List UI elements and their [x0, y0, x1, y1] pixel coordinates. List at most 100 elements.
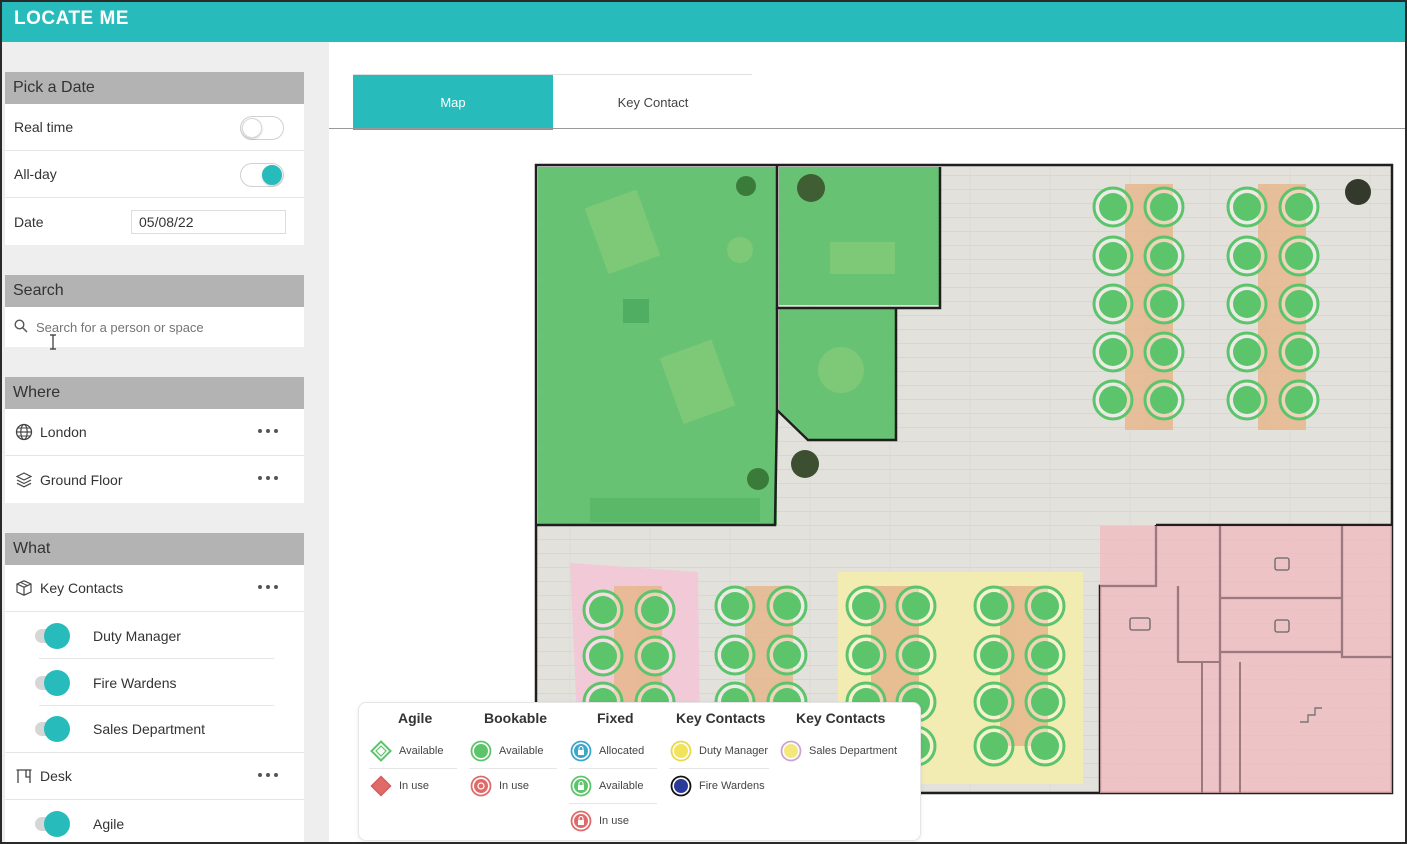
legend-duty-manager: Duty Manager: [669, 733, 768, 768]
desk-marker-fill: [1099, 193, 1127, 221]
more-options-icon[interactable]: [258, 768, 278, 782]
date-field[interactable]: [131, 210, 286, 234]
text-cursor-icon: [50, 334, 56, 350]
legend-bookable-available: Available: [469, 733, 543, 768]
circle-green-icon: [469, 739, 493, 763]
legend-label: In use: [599, 814, 629, 827]
duty-manager-row: Duty Manager: [5, 612, 304, 659]
fire-wardens-toggle[interactable]: [35, 669, 70, 696]
view-tabs: Map Key Contact: [353, 74, 753, 130]
fire-wardens-row: Fire Wardens: [5, 659, 304, 706]
desk-marker-fill: [1233, 242, 1261, 270]
lock-green-icon: [569, 774, 593, 798]
desk-marker-fill: [1031, 641, 1059, 669]
desk-marker-fill: [902, 592, 930, 620]
date-row: Date: [5, 198, 304, 245]
toggle-knob: [44, 810, 70, 837]
all-day-toggle[interactable]: [240, 163, 284, 187]
desk-marker-fill: [1099, 338, 1127, 366]
agile-label: Agile: [93, 815, 125, 832]
legend-title-bookable: Bookable: [484, 710, 548, 726]
desk-marker-fill: [980, 688, 1008, 716]
desk-marker-fill: [980, 641, 1008, 669]
sales-department-row: Sales Department: [5, 706, 304, 753]
desk-marker-fill: [1031, 732, 1059, 760]
legend-agile-in-use: In use: [369, 768, 429, 803]
more-options-icon[interactable]: [258, 471, 278, 485]
where-item-london[interactable]: London: [5, 409, 304, 456]
agile-toggle[interactable]: [35, 810, 70, 837]
legend-title-fixed: Fixed: [597, 710, 634, 726]
desk-marker-fill: [1099, 386, 1127, 414]
desk-marker-fill: [1285, 242, 1313, 270]
tab-key-contact[interactable]: Key Contact: [553, 75, 753, 130]
toggle-knob: [44, 622, 70, 649]
desk-marker-fill: [1150, 242, 1178, 270]
legend-label: Allocated: [599, 744, 645, 757]
lock-blue-icon: [569, 739, 593, 763]
desk-marker-fill: [1285, 290, 1313, 318]
real-time-row: Real time: [5, 104, 304, 151]
desk-row[interactable]: Desk: [5, 753, 304, 800]
legend-label: Available: [399, 744, 444, 757]
legend-fixed-allocated: Allocated: [569, 733, 644, 768]
legend-fixed-available: Available: [569, 768, 643, 803]
meeting-room-large: [538, 167, 777, 525]
desk-marker-fill: [1233, 338, 1261, 366]
what-panel: Key Contacts Duty Manager Fire Wardens S…: [5, 565, 304, 842]
toggle-knob: [44, 669, 70, 696]
legend-title-key-contacts-2: Key Contacts: [796, 710, 886, 726]
where-panel: London Ground Floor: [5, 409, 304, 503]
search-input[interactable]: [36, 319, 276, 335]
real-time-toggle[interactable]: [240, 116, 284, 140]
sales-department-toggle[interactable]: [35, 716, 70, 742]
sales-department-label: Sales Department: [93, 721, 206, 737]
box-icon: [14, 578, 34, 598]
desk-marker-fill: [980, 592, 1008, 620]
search-icon: [14, 318, 28, 336]
key-contacts-row[interactable]: Key Contacts: [5, 565, 304, 612]
legend-bookable-in-use: In use: [469, 768, 529, 803]
tab-map[interactable]: Map: [353, 75, 553, 130]
legend-title-key-contacts: Key Contacts: [676, 710, 766, 726]
more-options-icon[interactable]: [258, 580, 278, 594]
desk-marker-fill: [589, 596, 617, 624]
layers-icon: [14, 470, 34, 490]
pick-date-header: Pick a Date: [5, 72, 304, 104]
diamond-red-icon: [369, 774, 393, 798]
legend-fixed-in-use: In use: [569, 803, 629, 838]
tab-underline: [329, 128, 1405, 129]
desk-marker-fill: [1285, 386, 1313, 414]
app-title: LOCATE ME: [14, 8, 129, 29]
legend-agile-available: Available: [369, 733, 443, 768]
desk-marker-fill: [980, 732, 1008, 760]
legend-title-agile: Agile: [398, 710, 433, 726]
desk-marker-fill: [902, 641, 930, 669]
toggle-knob: [262, 165, 282, 185]
desk-marker-fill: [1233, 386, 1261, 414]
toggle-knob: [242, 118, 262, 138]
desk-marker-fill: [852, 641, 880, 669]
legend-fire-wardens: Fire Wardens: [669, 768, 765, 803]
desk-marker-fill: [1031, 688, 1059, 716]
desk-marker-fill: [721, 592, 749, 620]
desk-marker-fill: [641, 596, 669, 624]
legend-sales-department: Sales Department: [779, 733, 897, 768]
desk-marker-fill: [721, 641, 749, 669]
top-bar: LOCATE ME: [0, 0, 1407, 42]
desk-marker-fill: [1031, 592, 1059, 620]
desk-marker-fill: [852, 592, 880, 620]
duty-manager-toggle[interactable]: [35, 622, 70, 649]
more-options-icon[interactable]: [258, 424, 278, 438]
map-legend: Agile Available In use Bookable Availabl…: [358, 702, 921, 841]
desk-icon: [14, 766, 34, 786]
desk-marker-fill: [1233, 193, 1261, 221]
desk-marker-fill: [589, 642, 617, 670]
where-item-ground-floor[interactable]: Ground Floor: [5, 456, 304, 503]
desk-marker-fill: [1150, 338, 1178, 366]
desk-marker-fill: [1285, 338, 1313, 366]
desk-marker-fill: [1150, 386, 1178, 414]
legend-label: In use: [499, 779, 529, 792]
desk-marker-fill: [1285, 193, 1313, 221]
desk-marker-fill: [1233, 290, 1261, 318]
